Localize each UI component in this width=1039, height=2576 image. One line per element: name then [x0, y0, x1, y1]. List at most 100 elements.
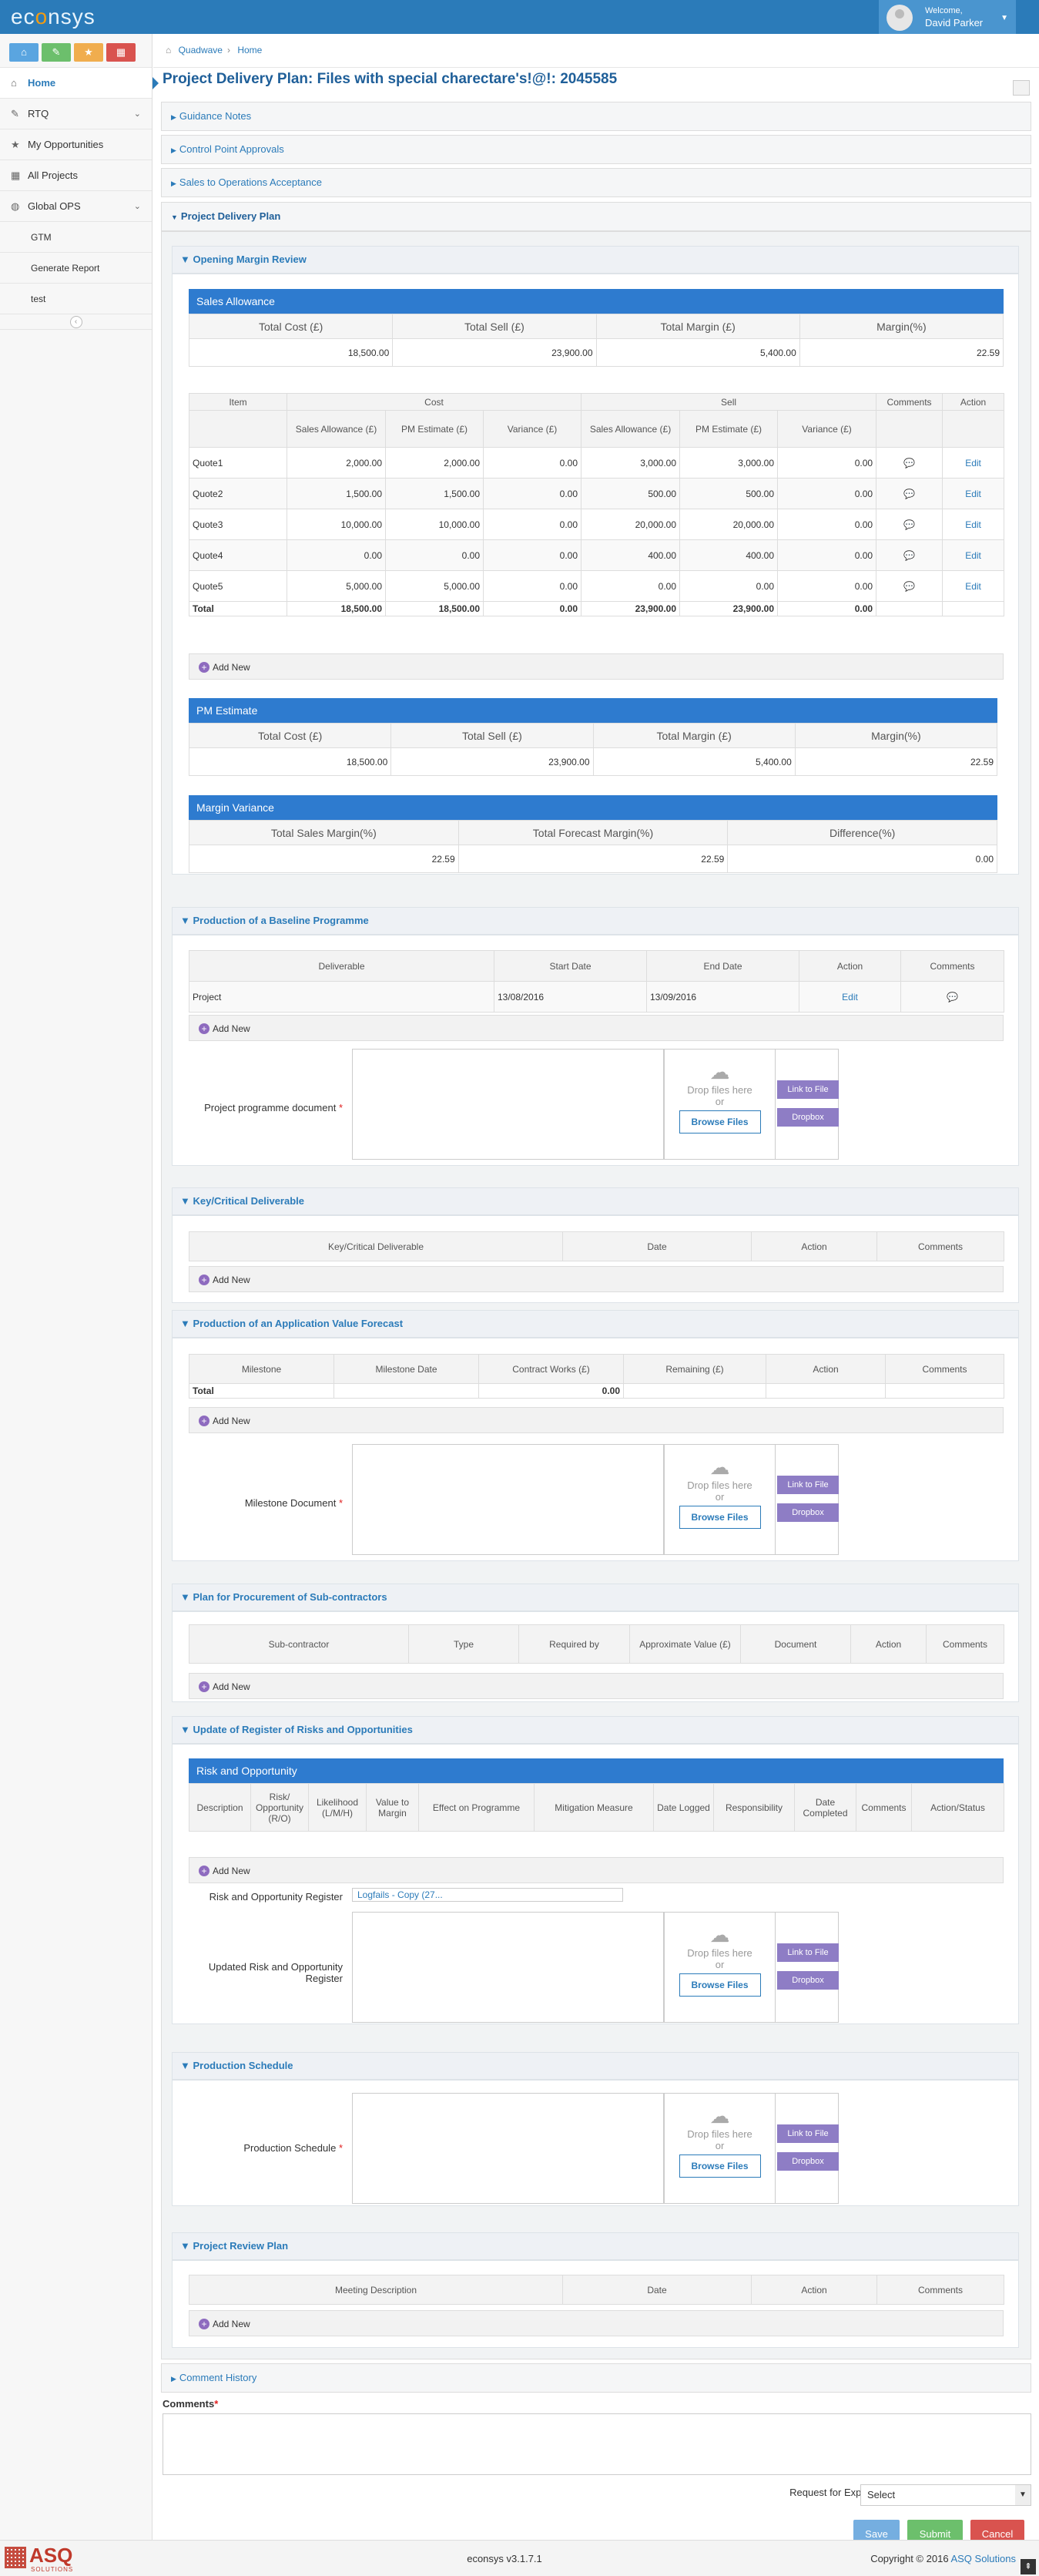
risk-register-file-link[interactable]: Logfails - Copy (27...	[352, 1888, 623, 1902]
section-key-critical-deliverable[interactable]: ▼ Key/Critical Deliverable	[172, 1187, 1019, 1215]
add-quote-button[interactable]: + Add New	[189, 653, 1004, 680]
section-baseline-programme[interactable]: ▼ Production of a Baseline Programme	[172, 907, 1019, 935]
quick-edit-button[interactable]: ✎	[42, 43, 71, 62]
milestone-dropzone[interactable]	[352, 1444, 664, 1555]
risk-upload-box[interactable]: ☁ Drop files here or Browse Files	[664, 1912, 776, 2023]
add-milestone-button[interactable]: + Add New	[189, 1407, 1004, 1433]
edit-link[interactable]: Edit	[942, 447, 1005, 479]
risk-opportunity-header: Risk and Opportunity	[189, 1758, 1004, 1783]
section-application-value-forecast[interactable]: ▼ Production of an Application Value For…	[172, 1310, 1019, 1338]
dropbox-button[interactable]: Dropbox	[777, 1108, 839, 1127]
table-cell: 400.00	[679, 539, 779, 571]
comment-icon[interactable]: 💬	[876, 478, 943, 509]
link-to-file-button[interactable]: Link to File	[777, 1476, 839, 1494]
chevron-down-icon: ⌄	[133, 202, 141, 211]
programme-dropzone[interactable]	[352, 1049, 664, 1160]
browse-files-button[interactable]: Browse Files	[679, 2155, 761, 2178]
browse-files-button[interactable]: Browse Files	[679, 1110, 761, 1134]
risk-register-dropzone[interactable]	[352, 1912, 664, 2023]
or-text: or	[715, 2140, 725, 2151]
dropbox-button[interactable]: Dropbox	[777, 1503, 839, 1522]
comment-icon[interactable]: 💬	[876, 570, 943, 602]
link-to-file-button[interactable]: Link to File	[777, 1080, 839, 1099]
edit-link[interactable]: Edit	[942, 478, 1005, 509]
link-to-file-button[interactable]: Link to File	[777, 1943, 839, 1962]
asq-logo: ASQ SOLUTIONS	[5, 2544, 91, 2573]
table-cell: 500.00	[581, 478, 681, 509]
sidebar-item-rtq[interactable]: ✎ RTQ ⌄	[0, 99, 152, 129]
programme-upload-box[interactable]: ☁ Drop files here or Browse Files	[664, 1049, 776, 1160]
table-cell: 0.00	[482, 509, 582, 540]
avatar	[887, 5, 913, 31]
edit-link[interactable]: Edit	[942, 539, 1005, 571]
schedule-dropzone[interactable]	[352, 2093, 664, 2204]
comments-textarea[interactable]	[163, 2413, 1031, 2475]
comment-icon[interactable]: 💬	[876, 509, 943, 540]
breadcrumb-home[interactable]: Home	[237, 45, 262, 55]
sidebar-subitem-generate-report[interactable]: Generate Report	[0, 253, 152, 284]
add-key-deliverable-button[interactable]: + Add New	[189, 1266, 1004, 1292]
edit-link[interactable]: Edit	[942, 509, 1005, 540]
table-cell: 400.00	[581, 539, 681, 571]
section-project-review-plan[interactable]: ▼ Project Review Plan	[172, 2232, 1019, 2260]
comment-icon[interactable]: 💬	[876, 447, 943, 479]
version-text: econsys v3.1.7.1	[467, 2553, 542, 2564]
section-opening-margin-review[interactable]: ▼ Opening Margin Review	[172, 246, 1019, 274]
sidebar-item-global-ops[interactable]: ◍ Global OPS ⌄	[0, 191, 152, 222]
browse-files-button[interactable]: Browse Files	[679, 1506, 761, 1529]
edit-icon: ✎	[11, 108, 19, 119]
panel-comment-history[interactable]: ▶ Comment History	[161, 2363, 1031, 2393]
add-risk-button[interactable]: + Add New	[189, 1857, 1004, 1883]
table-cell: 0.00	[482, 570, 582, 602]
hamburger-menu-icon[interactable]	[1013, 80, 1030, 96]
breadcrumb-quadwave[interactable]: Quadwave	[179, 45, 223, 55]
user-menu[interactable]: Welcome, David Parker ▼	[879, 0, 1016, 34]
section-production-schedule[interactable]: ▼ Production Schedule	[172, 2052, 1019, 2080]
browse-files-button[interactable]: Browse Files	[679, 1973, 761, 1997]
table-cell: 20,000.00	[581, 509, 681, 540]
sidebar-item-all-projects[interactable]: ▦ All Projects	[0, 160, 152, 191]
add-deliverable-button[interactable]: + Add New	[189, 1015, 1004, 1041]
panel-control-point-approvals[interactable]: ▶ Control Point Approvals	[161, 135, 1031, 164]
scroll-top-icon[interactable]: ⇞	[1021, 2559, 1036, 2574]
panel-project-delivery-plan[interactable]: ▼ Project Delivery Plan	[161, 202, 1031, 231]
plus-icon: +	[199, 2319, 209, 2329]
collapse-sidebar-icon[interactable]: ‹	[69, 316, 82, 328]
risks-table: Description Risk/ Opportunity (R/O) Likeli…	[189, 1783, 1004, 1832]
quick-home-button[interactable]: ⌂	[9, 43, 39, 62]
sidebar-item-my-opportunities[interactable]: ★ My Opportunities	[0, 129, 152, 160]
edit-link[interactable]: Edit	[799, 981, 901, 1013]
milestone-upload-box[interactable]: ☁ Drop files here or Browse Files	[664, 1444, 776, 1555]
section-risks-opportunities[interactable]: ▼ Update of Register of Risks and Opport…	[172, 1716, 1019, 1744]
dropbox-button[interactable]: Dropbox	[777, 2152, 839, 2171]
edit-link[interactable]: Edit	[942, 570, 1005, 602]
sidebar-item-home[interactable]: ⌂ Home	[0, 68, 159, 99]
app-logo[interactable]: econsys	[11, 5, 96, 29]
comment-icon[interactable]: 💬	[900, 981, 1004, 1013]
link-to-file-button[interactable]: Link to File	[777, 2124, 839, 2143]
table-cell: 3,000.00	[679, 447, 779, 479]
panel-guidance-notes[interactable]: ▶ Guidance Notes	[161, 102, 1031, 131]
or-text: or	[715, 1096, 725, 1107]
sidebar-subitem-gtm[interactable]: GTM	[0, 222, 152, 253]
add-review-button[interactable]: + Add New	[189, 2310, 1004, 2336]
panel-sales-to-operations[interactable]: ▶ Sales to Operations Acceptance	[161, 168, 1031, 197]
quick-grid-button[interactable]: ▦	[106, 43, 136, 62]
margin-variance-summary: Total Sales Margin(%) Total Forecast Marg…	[189, 820, 997, 873]
comment-icon[interactable]: 💬	[876, 539, 943, 571]
section-procurement-subcontractors[interactable]: ▼ Plan for Procurement of Sub-contractor…	[172, 1584, 1019, 1611]
key-deliverable-table: Key/Critical Deliverable Date Action Commen…	[189, 1231, 1004, 1261]
approval-select[interactable]: Select ▼	[860, 2484, 1031, 2506]
table-cell: 20,000.00	[679, 509, 779, 540]
quick-star-button[interactable]: ★	[74, 43, 103, 62]
company-link[interactable]: ASQ Solutions	[950, 2553, 1016, 2564]
schedule-upload-box[interactable]: ☁ Drop files here or Browse Files	[664, 2093, 776, 2204]
sidebar-subitem-test[interactable]: test	[0, 284, 152, 314]
add-subcontractor-button[interactable]: + Add New	[189, 1673, 1004, 1699]
grid-icon: ▦	[11, 170, 21, 181]
drop-text: Drop files here	[687, 1947, 752, 1959]
dropbox-button[interactable]: Dropbox	[777, 1971, 839, 1990]
home-icon[interactable]: ⌂	[166, 45, 171, 55]
table-cell: 2,000.00	[287, 447, 386, 479]
chevron-down-icon: ⌄	[133, 109, 141, 119]
